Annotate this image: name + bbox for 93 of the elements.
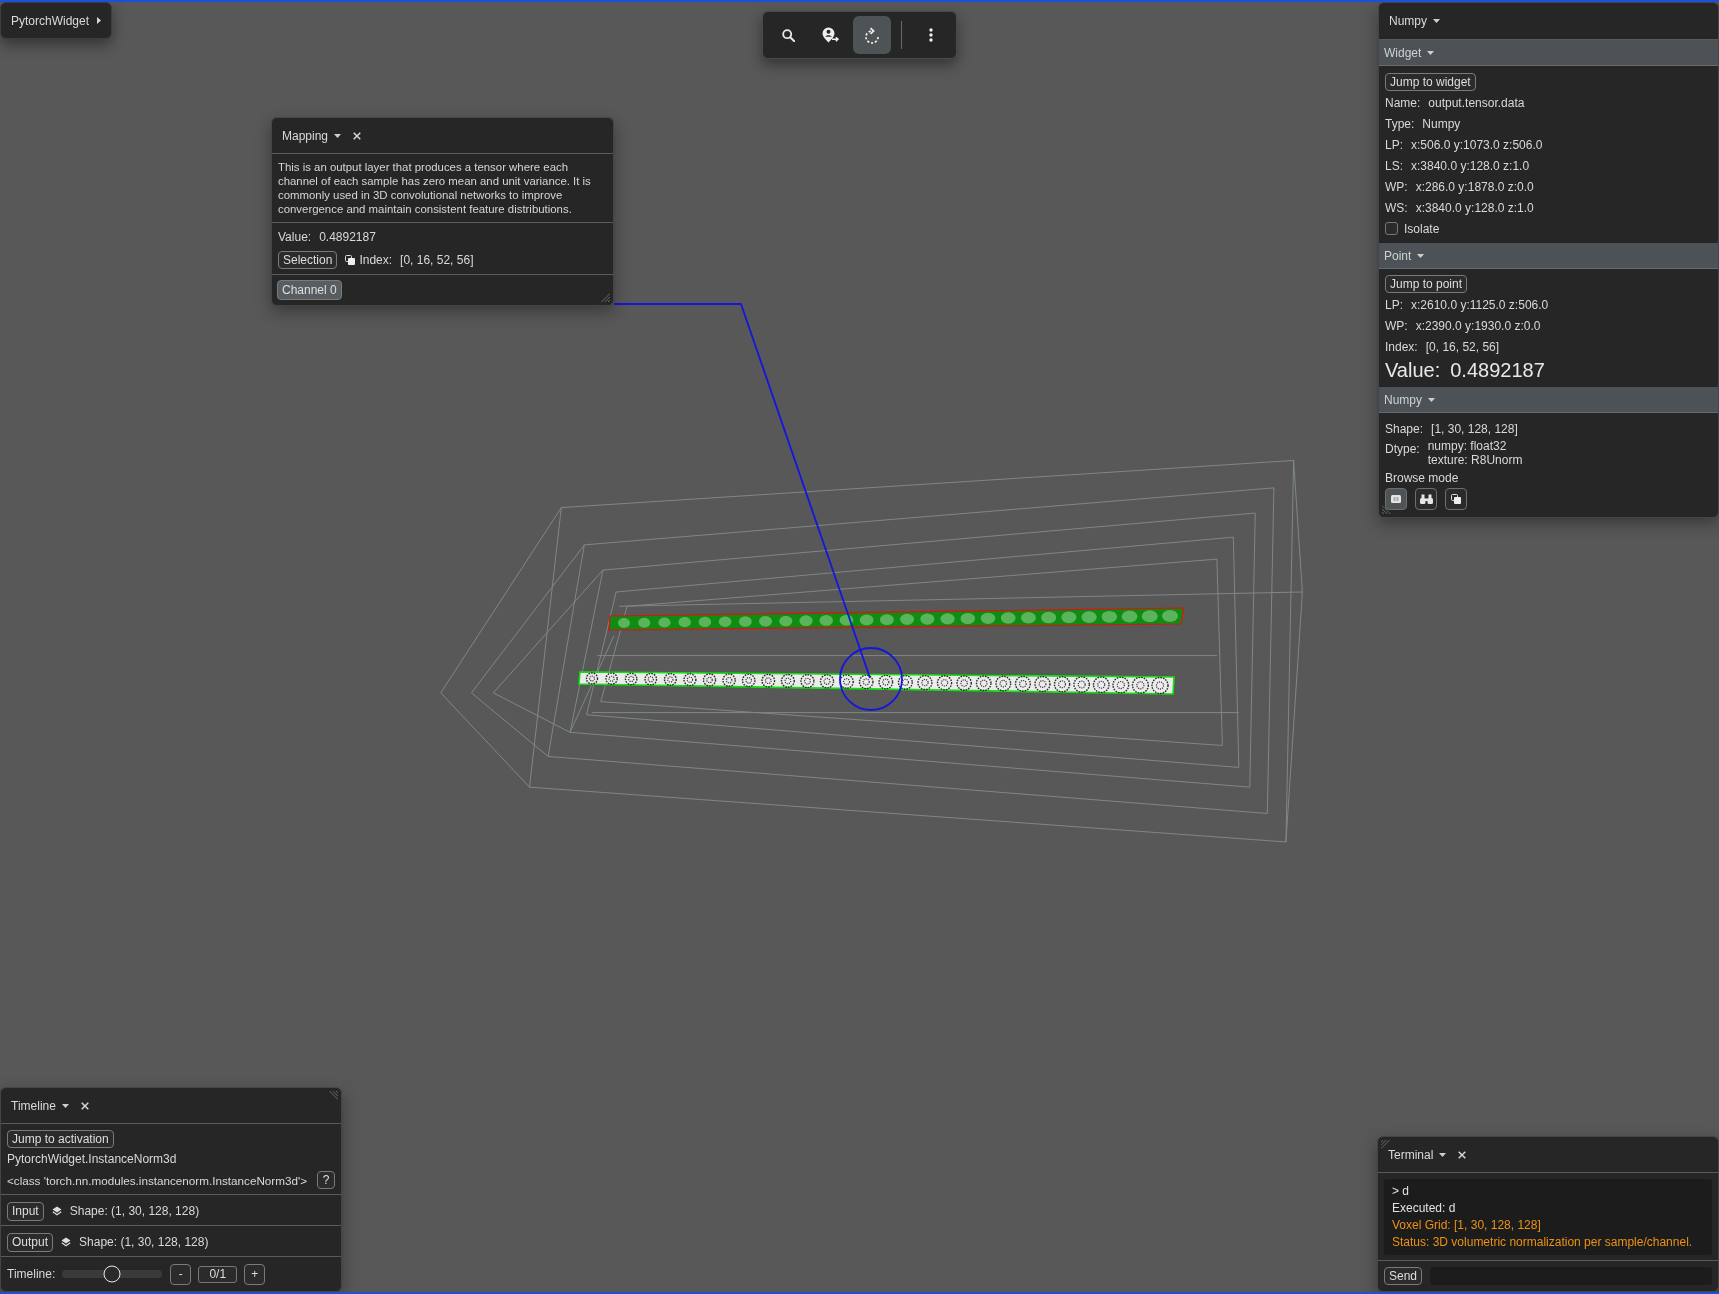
help-button[interactable]: ? bbox=[317, 1171, 335, 1189]
port-button[interactable]: Output bbox=[7, 1232, 54, 1252]
isolate-checkbox[interactable] bbox=[1385, 222, 1398, 235]
stacked-squares-icon bbox=[345, 255, 356, 265]
field-label: LP: bbox=[1385, 297, 1403, 312]
slider-thumb[interactable] bbox=[103, 1265, 121, 1283]
jump-to-activation-button[interactable]: Jump to activation bbox=[7, 1130, 114, 1148]
caret-down-icon bbox=[1439, 1152, 1447, 1157]
caret-right-icon bbox=[97, 17, 102, 24]
field-value: [0, 16, 52, 56] bbox=[1425, 339, 1500, 354]
layers-icon bbox=[51, 1206, 62, 1216]
value-text: 0.4892187 bbox=[1450, 359, 1545, 382]
resize-grip-icon[interactable] bbox=[601, 293, 610, 302]
field-value: x:3840.0 y:128.0 z:1.0 bbox=[1415, 200, 1534, 215]
field-label: WS: bbox=[1385, 200, 1408, 215]
field-label: Type: bbox=[1385, 116, 1415, 131]
field-label: LP: bbox=[1385, 137, 1403, 152]
field-label: Dtype: bbox=[1385, 441, 1420, 456]
caret-down-icon bbox=[334, 133, 342, 138]
field-value: Numpy bbox=[1422, 116, 1461, 131]
field-value: x:286.0 y:1878.0 z:0.0 bbox=[1415, 179, 1534, 194]
frame-field[interactable]: 0/1 bbox=[198, 1265, 238, 1283]
send-button[interactable]: Send bbox=[1384, 1267, 1423, 1285]
selection-button[interactable]: Selection bbox=[278, 251, 338, 269]
field-label: WP: bbox=[1385, 179, 1408, 194]
field-label: Shape: bbox=[1385, 422, 1424, 436]
tool-button[interactable] bbox=[853, 16, 891, 54]
shape-text: Shape: (1, 30, 128, 128) bbox=[79, 1235, 209, 1249]
terminal-line: Executed: d bbox=[1392, 1200, 1457, 1217]
terminal-line: > d bbox=[1392, 1183, 1410, 1200]
panel-menu-button[interactable]: Timeline bbox=[11, 1098, 69, 1113]
panel-menu-button[interactable]: Numpy bbox=[1389, 14, 1440, 28]
field-value: texture: R8Unorm bbox=[1427, 453, 1523, 467]
section-header[interactable]: Point bbox=[1379, 243, 1718, 269]
shape-text: Shape: (1, 30, 128, 128) bbox=[69, 1204, 200, 1218]
more-menu-icon bbox=[929, 28, 933, 42]
field-value: x:3840.0 y:128.0 z:1.0 bbox=[1411, 158, 1530, 173]
resize-grip-icon[interactable] bbox=[329, 1091, 338, 1100]
field-label: LS: bbox=[1385, 158, 1403, 173]
close-icon[interactable] bbox=[80, 1101, 89, 1110]
checkbox-label: Isolate bbox=[1404, 221, 1440, 236]
field-value: output.tensor.data bbox=[1428, 95, 1525, 110]
stacked-squares-icon bbox=[1451, 494, 1461, 504]
widget-menu-button[interactable]: PytorchWidget bbox=[0, 2, 112, 39]
caret-down-icon bbox=[1433, 19, 1440, 23]
plus-button[interactable]: + bbox=[244, 1263, 266, 1285]
timeline-label: Timeline: bbox=[7, 1267, 56, 1281]
close-icon[interactable] bbox=[353, 131, 362, 140]
close-icon[interactable] bbox=[1458, 1150, 1467, 1159]
tile-icon bbox=[1391, 495, 1401, 503]
jump-to-point-button[interactable]: Jump to point bbox=[1385, 274, 1468, 293]
field-label: WP: bbox=[1385, 318, 1408, 333]
minus-button[interactable]: - bbox=[170, 1263, 192, 1285]
resize-grip-icon[interactable] bbox=[1381, 1140, 1390, 1149]
rotate-icon bbox=[864, 26, 880, 44]
layers-icon bbox=[61, 1237, 72, 1247]
index-value: [0, 16, 52, 56] bbox=[400, 253, 474, 267]
search-icon bbox=[781, 28, 795, 42]
binoculars-icon bbox=[1419, 494, 1433, 504]
browse-mode-label: Browse mode bbox=[1385, 471, 1459, 485]
field-label: Name: bbox=[1385, 95, 1421, 110]
browse-mode-button[interactable] bbox=[1415, 488, 1437, 510]
browse-mode-button[interactable] bbox=[1385, 488, 1407, 510]
port-button[interactable]: Input bbox=[7, 1201, 44, 1221]
selection-ring bbox=[839, 647, 903, 711]
value-label: Value: bbox=[1385, 359, 1441, 382]
caret-down-icon bbox=[1417, 253, 1425, 258]
pin-arrow-icon bbox=[821, 27, 839, 43]
field-value: numpy: float32 bbox=[1427, 439, 1508, 453]
section-header[interactable]: Widget bbox=[1379, 40, 1718, 66]
value-label: Value: bbox=[278, 230, 312, 244]
field-value: x:506.0 y:1073.0 z:506.0 bbox=[1411, 137, 1543, 152]
panel-menu-button[interactable]: Terminal bbox=[1388, 1147, 1447, 1162]
terminal-line: Status: 3D volumetric normalization per sample/channel. bbox=[1392, 1234, 1694, 1251]
terminal-line: Voxel Grid: [1, 30, 128, 128] bbox=[1392, 1217, 1542, 1234]
value-text: 0.4892187 bbox=[319, 230, 376, 244]
jump-to-widget-button[interactable]: Jump to widget bbox=[1385, 72, 1476, 91]
caret-down-icon bbox=[1428, 397, 1435, 402]
section-header[interactable]: Numpy bbox=[1379, 387, 1718, 413]
layer-description: This is an output layer that produces a tensor where each channel of each sample has zero mean and unit variance. It is commonly used in 3D convolutional networks to improve convergence and maintain consistent feature distributions. bbox=[278, 160, 592, 216]
field-value: x:2610.0 y:1125.0 z:506.0 bbox=[1411, 297, 1549, 312]
browse-mode-button[interactable] bbox=[1445, 488, 1467, 510]
index-label: Index: bbox=[359, 253, 393, 267]
field-label: Index: bbox=[1385, 339, 1418, 354]
caret-down-icon bbox=[1427, 50, 1435, 55]
module-name: PytorchWidget.InstanceNorm3d bbox=[7, 1152, 177, 1166]
caret-down-icon bbox=[61, 1103, 69, 1108]
channel-button[interactable]: Channel 0 bbox=[277, 280, 342, 300]
resize-grip-icon[interactable] bbox=[1382, 505, 1391, 514]
class-name: <class 'torch.nn.modules.instancenorm.InstanceNorm3d'> bbox=[7, 1173, 308, 1187]
panel-menu-button[interactable]: Mapping bbox=[282, 128, 342, 143]
field-value: [1, 30, 128, 128] bbox=[1431, 422, 1518, 436]
field-value: x:2390.0 y:1930.0 z:0.0 bbox=[1415, 318, 1541, 333]
